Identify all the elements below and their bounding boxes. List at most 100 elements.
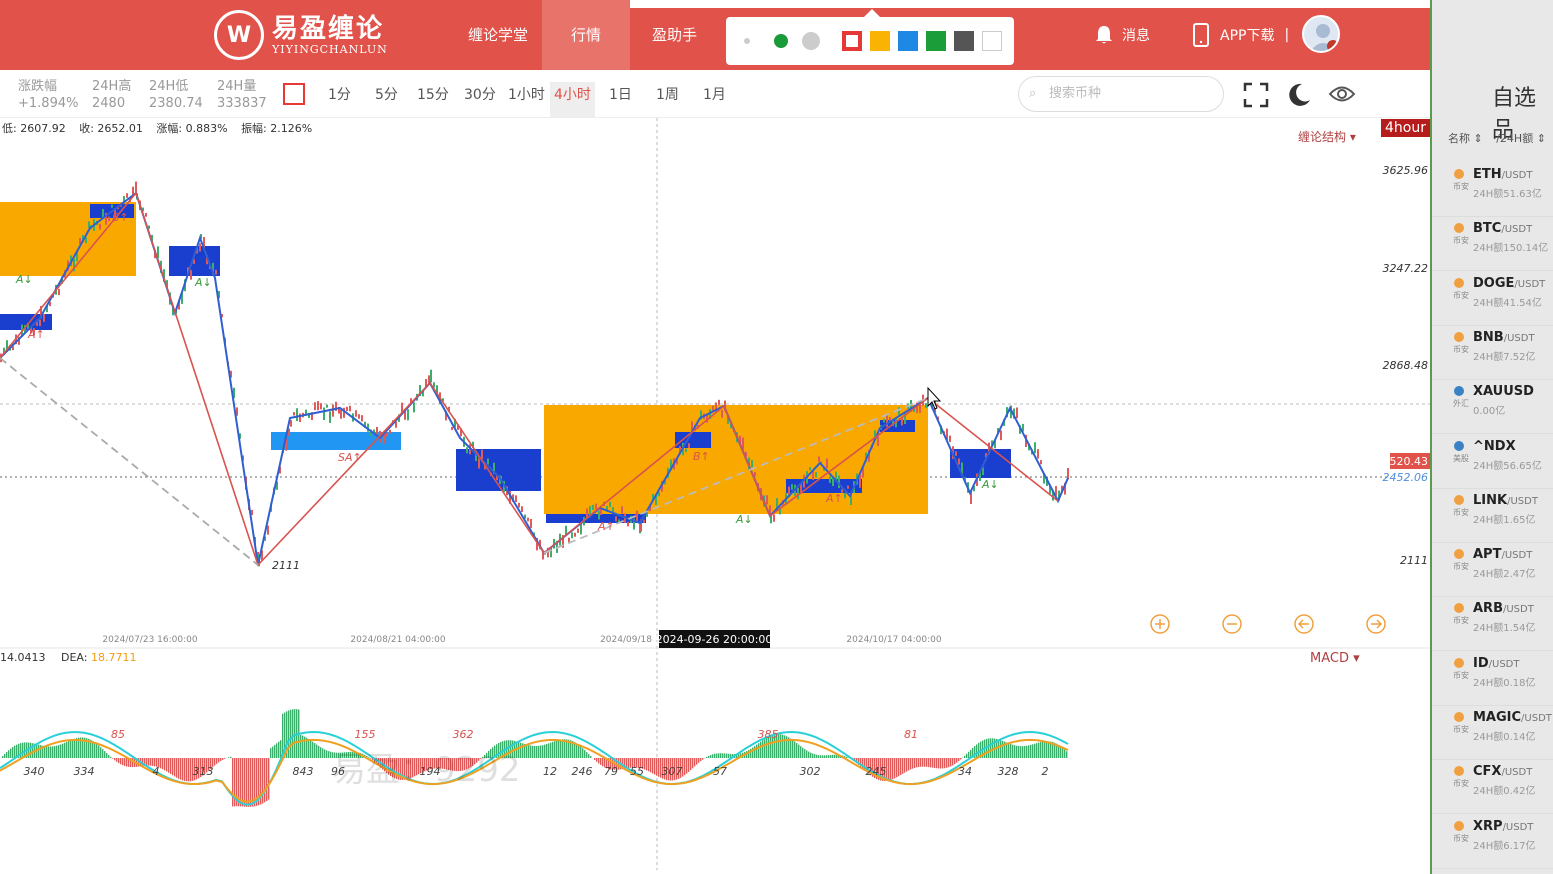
draw-rect-tool-icon[interactable]: [283, 83, 305, 105]
watchlist-item-xrp[interactable]: 币安 XRP/USDT 24H额6.17亿: [1432, 815, 1553, 869]
nav-assistant[interactable]: 盈助手: [638, 0, 711, 70]
coin-volume: 24H额0.14亿: [1473, 732, 1536, 743]
macd-bar: [1018, 746, 1020, 758]
price-tick: 3625.96: [1383, 164, 1429, 177]
macd-dif: 14.0413: [0, 651, 46, 664]
macd-bar: [54, 746, 56, 758]
nav-market[interactable]: 行情: [542, 0, 630, 70]
pan-right-icon[interactable]: [1366, 614, 1386, 634]
interval-1w[interactable]: 1周: [652, 82, 683, 118]
candle: [636, 510, 638, 522]
interval-4h[interactable]: 4小时: [550, 82, 595, 118]
watchlist-sidebar: 自选品 名称 ⇕ /24H额 ⇕ 币安 ETH/USDT 24H额51.63亿 币安 B…: [1430, 0, 1553, 874]
eye-icon[interactable]: [1328, 83, 1356, 105]
coin-exchange: 币安: [1453, 562, 1469, 572]
macd-bar: [722, 753, 724, 758]
moon-icon[interactable]: [1286, 82, 1312, 108]
swatch-dark[interactable]: [954, 31, 974, 51]
macd-dropdown[interactable]: MACD ▾: [1310, 651, 1360, 666]
candle: [407, 409, 409, 421]
macd-peak-label: 385: [758, 728, 779, 741]
coin-search-input[interactable]: ⌕ 搜索币种: [1018, 76, 1224, 112]
dot-small-swatch[interactable]: [744, 38, 750, 44]
col-volume-sort[interactable]: /24H额 ⇕: [1496, 132, 1546, 145]
macd-bar: [1014, 745, 1016, 758]
macd-bar: [2, 755, 4, 758]
watchlist-item-cfx[interactable]: 币安 CFX/USDT 24H额0.42亿: [1432, 760, 1553, 815]
zoom-out-icon[interactable]: [1222, 614, 1242, 634]
watchlist-item-eth[interactable]: 币安 ETH/USDT 24H额51.63亿: [1432, 163, 1553, 217]
coin-volume: 24H额51.63亿: [1473, 189, 1542, 200]
dot-green-swatch[interactable]: [774, 34, 788, 48]
dot-gray-swatch[interactable]: [802, 32, 820, 50]
macd-bar: [892, 758, 894, 780]
watchlist-item-id[interactable]: 币安 ID/USDT 24H额0.18亿: [1432, 652, 1553, 706]
macd-bar: [30, 742, 32, 758]
candle: [925, 403, 927, 409]
watchlist-item-btc[interactable]: 币安 BTC/USDT 24H额150.14亿: [1432, 217, 1553, 272]
macd-bar: [600, 758, 602, 765]
interval-5m[interactable]: 5分: [371, 82, 402, 118]
app-download-link[interactable]: APP下载 |: [1192, 0, 1289, 70]
macd-bar: [176, 758, 178, 778]
watchlist-item-bnb[interactable]: 币安 BNB/USDT 24H额7.52亿: [1432, 326, 1553, 380]
macd-bar: [656, 758, 658, 776]
candle: [751, 460, 753, 468]
watchlist-item-xauusd[interactable]: 外汇 XAUUSD 0.00亿: [1432, 380, 1553, 435]
logo[interactable]: W 易盈缠论 YIYINGCHANLUN: [214, 8, 388, 62]
top-nav-bar: W 易盈缠论 YIYINGCHANLUN 缠论学堂 行情 盈助手 消息 APP下…: [0, 0, 1430, 70]
interval-15m[interactable]: 15分: [413, 82, 453, 118]
watchlist-item-apt[interactable]: 币安 APT/USDT 24H额2.47亿: [1432, 543, 1553, 598]
macd-bar: [244, 758, 246, 807]
coin-icon: [1454, 169, 1464, 179]
macd-bar: [1034, 743, 1036, 758]
macd-bar: [954, 758, 956, 765]
swatch-blue[interactable]: [898, 31, 918, 51]
interval-1d[interactable]: 1日: [605, 82, 636, 118]
candle: [574, 532, 576, 537]
interval-30m[interactable]: 30分: [460, 82, 500, 118]
watchlist-item-arb[interactable]: 币安 ARB/USDT 24H额1.54亿: [1432, 597, 1553, 652]
macd-bar: [72, 739, 74, 758]
price-tick: 2452.06: [1383, 471, 1429, 484]
macd-bar: [216, 758, 218, 764]
watchlist-item-link[interactable]: 币安 LINK/USDT 24H额1.65亿: [1432, 489, 1553, 543]
macd-bar: [910, 758, 912, 770]
fullscreen-icon[interactable]: [1243, 82, 1269, 108]
macd-bar: [126, 758, 128, 767]
interval-1h[interactable]: 1小时: [504, 82, 549, 118]
swatch-red[interactable]: [842, 31, 862, 51]
user-avatar[interactable]: [1302, 15, 1340, 53]
macd-bar: [976, 744, 978, 758]
macd-bar: [46, 746, 48, 758]
col-name-sort[interactable]: 名称 ⇕: [1448, 132, 1483, 145]
zoom-in-icon[interactable]: [1150, 614, 1170, 634]
macd-bar: [108, 754, 110, 758]
macd-bar: [100, 747, 102, 758]
macd-bar: [584, 750, 586, 758]
nav-school[interactable]: 缠论学堂: [454, 0, 542, 70]
messages-link[interactable]: 消息: [1094, 0, 1150, 70]
swatch-green[interactable]: [926, 31, 946, 51]
macd-bar: [112, 758, 114, 759]
candle: [577, 528, 579, 533]
macd-bar: [580, 746, 582, 758]
candle: [43, 314, 45, 322]
swatch-white[interactable]: [982, 31, 1002, 51]
chart-area[interactable]: 低: 2607.92 收: 2652.01 涨幅: 0.883% 振幅: 2.1…: [0, 118, 1430, 870]
macd-bar: [8, 750, 10, 758]
watchlist-item-ndx[interactable]: 美股 ^NDX 24H额56.65亿: [1432, 435, 1553, 489]
macd-bar: [530, 745, 532, 758]
macd-bar: [1030, 744, 1032, 758]
macd-bar: [952, 758, 954, 766]
pan-left-icon[interactable]: [1294, 614, 1314, 634]
interval-1m[interactable]: 1分: [324, 82, 355, 118]
header-divider: |: [1284, 27, 1290, 43]
swatch-yellow[interactable]: [870, 31, 890, 51]
macd-bar: [302, 735, 304, 758]
watchlist-item-doge[interactable]: 币安 DOGE/USDT 24H额41.54亿: [1432, 272, 1553, 326]
watchlist-item-magic[interactable]: 币安 MAGIC/USDT 24H额0.14亿: [1432, 706, 1553, 760]
coin-icon: [1454, 223, 1464, 234]
interval-1mo[interactable]: 1月: [699, 82, 730, 118]
macd-bar: [922, 758, 924, 767]
